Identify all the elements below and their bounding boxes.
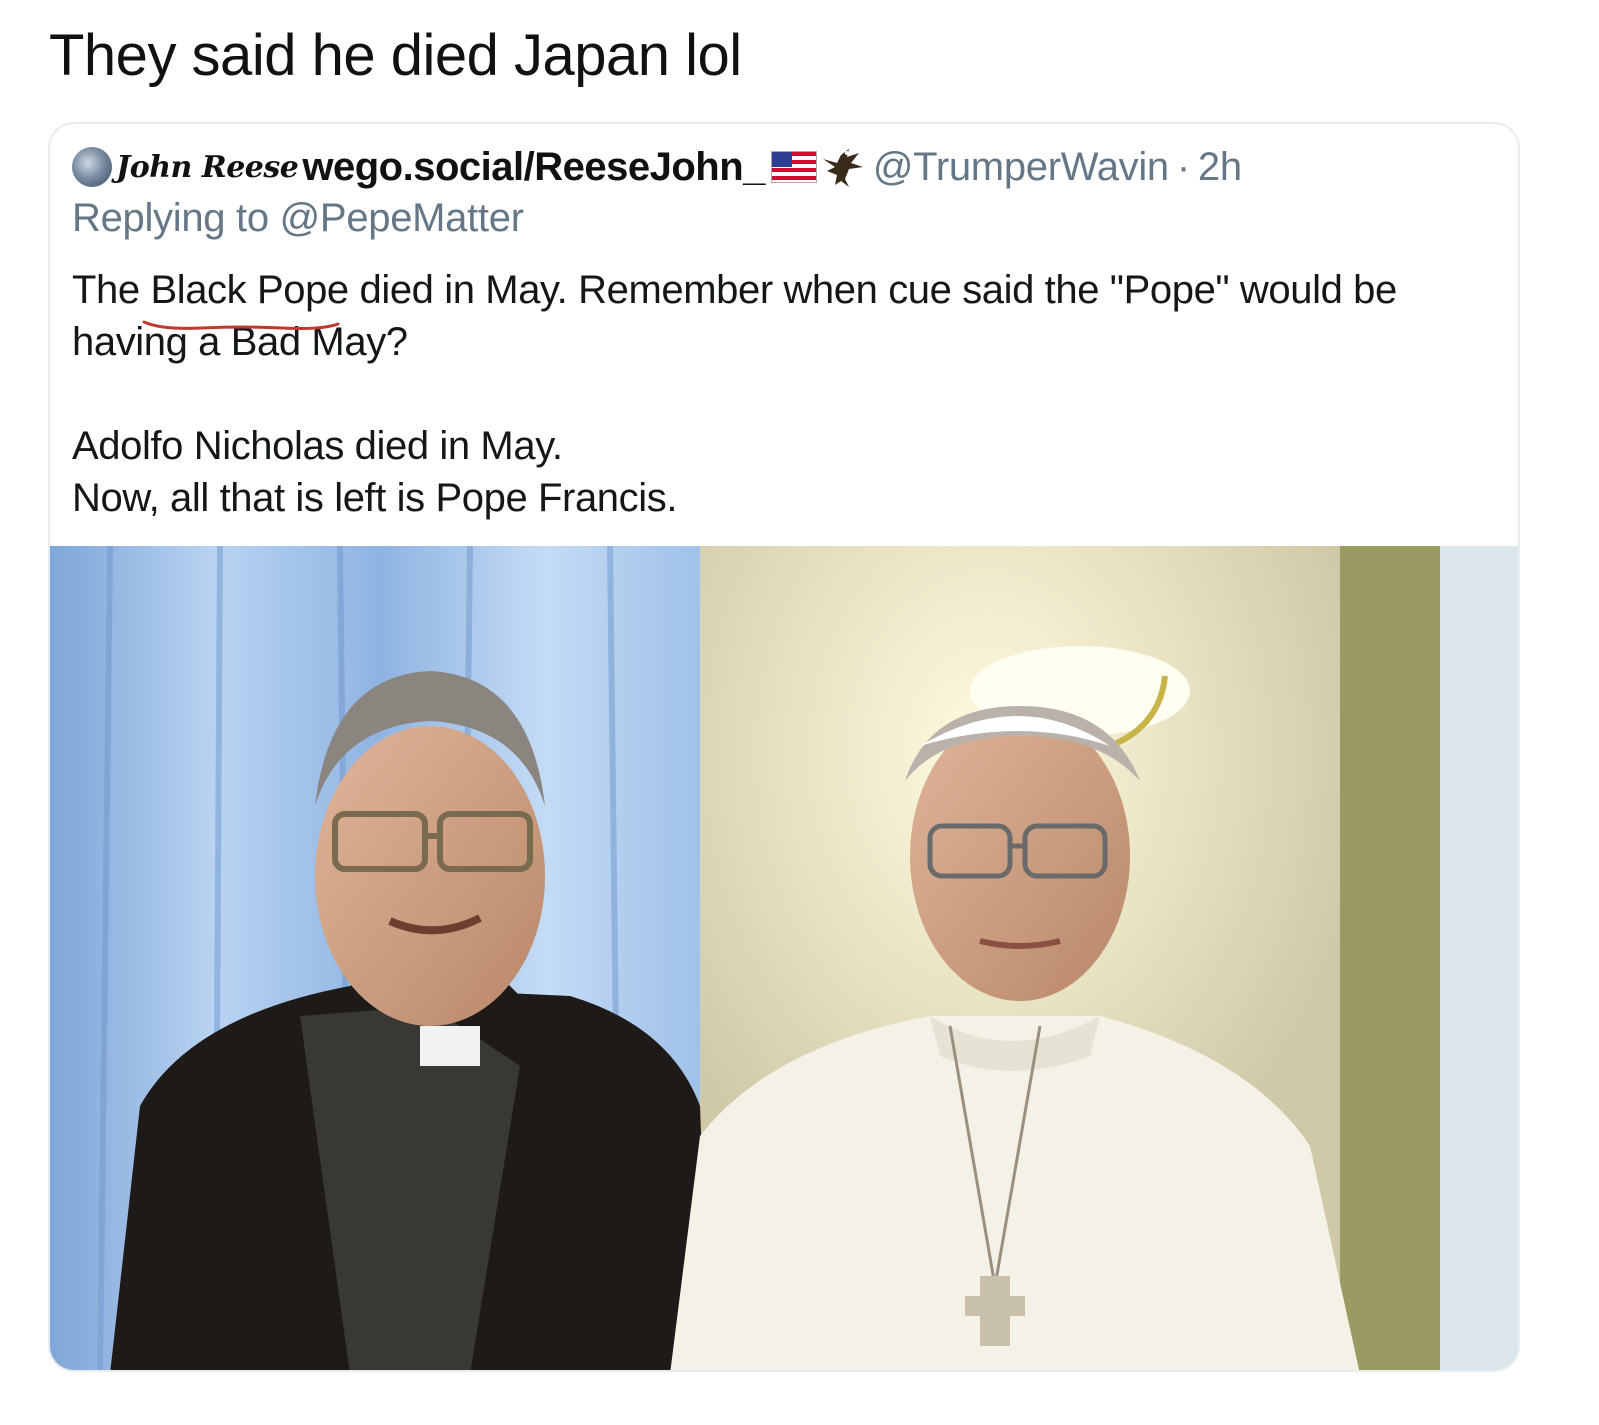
tweet-text-line: Now, all that is left is Pope Francis. <box>72 476 678 520</box>
tweet-text: The Black Pope died in May. Remember whe… <box>72 264 1492 524</box>
quoted-tweet-card[interactable]: John Reese wego.social/ReeseJohn_ @Trump… <box>48 122 1520 1372</box>
replying-to[interactable]: Replying to @PepeMatter <box>72 196 524 241</box>
display-name[interactable]: John Reese <box>116 150 299 185</box>
eagle-icon <box>822 149 863 187</box>
post-title: They said he died Japan lol <box>49 23 742 88</box>
display-name-suffix: wego.social/ReeseJohn_ <box>302 144 765 189</box>
us-flag-icon <box>770 151 817 183</box>
tweet-timestamp[interactable]: 2h <box>1198 145 1242 190</box>
tweet-handle[interactable]: @TrumperWavin <box>873 145 1169 190</box>
tweet-photo[interactable] <box>50 546 1518 1370</box>
avatar[interactable] <box>72 147 112 187</box>
tweet-text-line: Adolfo Nicholas died in May. <box>72 424 563 468</box>
tweet-text-line: The Black Pope died in May. Remember whe… <box>72 268 1397 312</box>
tweet-header: John Reese wego.social/ReeseJohn_ @Trump… <box>72 142 1242 192</box>
separator-dot: · <box>1176 144 1190 189</box>
red-underline-annotation <box>142 320 340 330</box>
